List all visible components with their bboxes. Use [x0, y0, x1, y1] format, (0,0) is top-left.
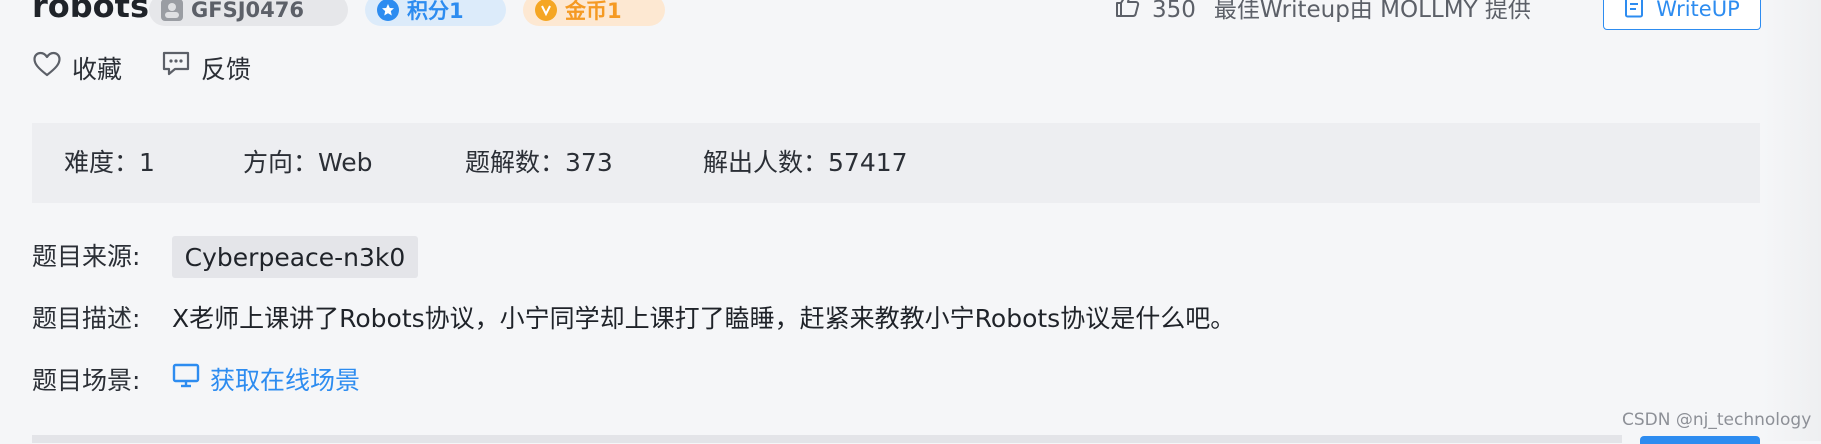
feedback-button[interactable]: 反馈: [161, 50, 251, 90]
avatar-icon: [161, 0, 183, 21]
stat-writeups-value: 373: [565, 148, 613, 177]
stat-difficulty: 难度：1: [64, 144, 155, 182]
heart-icon: [32, 50, 62, 90]
description-text: X老师上课讲了Robots协议，小宁同学却上课打了瞌睡，赶紧来教教小宁Robot…: [172, 304, 1236, 333]
favorite-button[interactable]: 收藏: [32, 50, 122, 90]
likes-info: 350 最佳Writeup由 MOLLMY 提供: [1114, 0, 1531, 27]
right-edge-shade: [1762, 0, 1821, 441]
stat-solvers-label: 解出人数：: [703, 148, 829, 177]
scene-label: 题目场景:: [32, 366, 141, 395]
stat-solvers-value: 57417: [828, 148, 908, 177]
bottom-panel-edge: [32, 435, 1622, 443]
author-label: GFSJ0476: [191, 0, 304, 22]
get-scene-link[interactable]: 获取在线场景: [172, 361, 360, 401]
description-label: 题目描述:: [32, 304, 141, 333]
stat-difficulty-value: 1: [139, 148, 155, 177]
writeup-button[interactable]: WriteUP: [1603, 0, 1761, 30]
writeup-button-label: WriteUP: [1656, 0, 1740, 21]
author-badge[interactable]: GFSJ0476: [149, 0, 348, 26]
stat-solvers: 解出人数：57417: [703, 144, 908, 182]
stat-difficulty-label: 难度：: [64, 148, 140, 177]
challenge-title: robots: [32, 0, 149, 25]
monitor-icon: [172, 361, 200, 401]
score-label: 积分1: [407, 0, 464, 23]
best-writeup-text: 最佳Writeup由 MOLLMY 提供: [1213, 0, 1531, 23]
stat-writeups: 题解数：373: [465, 144, 613, 182]
stat-direction-label: 方向：: [243, 148, 319, 177]
source-label: 题目来源:: [32, 242, 141, 271]
comment-icon: [161, 50, 191, 90]
coin-icon: [535, 0, 557, 21]
likes-count: 350: [1152, 0, 1196, 23]
get-scene-label: 获取在线场景: [210, 366, 361, 395]
coin-badge: 金币1: [523, 0, 665, 26]
source-tag[interactable]: Cyberpeace-n3k0: [172, 236, 418, 278]
stat-direction-value: Web: [318, 148, 373, 177]
csdn-watermark: CSDN @nj_technology: [1622, 410, 1812, 430]
feedback-label: 反馈: [201, 55, 252, 84]
thumb-up-icon[interactable]: [1114, 0, 1140, 27]
stat-writeups-label: 题解数：: [465, 148, 566, 177]
document-icon: [1624, 0, 1644, 23]
favorite-label: 收藏: [72, 55, 123, 84]
star-badge-icon: [377, 0, 399, 21]
bottom-button-edge[interactable]: [1640, 436, 1760, 444]
coin-label: 金币1: [565, 0, 622, 23]
stat-direction: 方向：Web: [243, 144, 373, 182]
score-badge: 积分1: [365, 0, 506, 26]
